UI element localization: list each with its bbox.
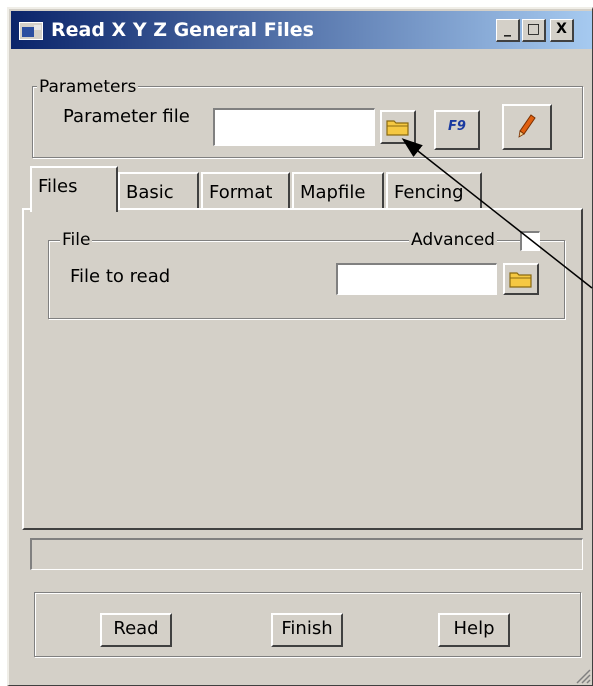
parameter-file-browse-button[interactable] xyxy=(380,110,416,144)
tab-format[interactable]: Format xyxy=(201,172,290,209)
folder-icon xyxy=(509,272,532,288)
resize-grip[interactable] xyxy=(573,666,591,684)
tab-fencing-label: Fencing xyxy=(394,182,464,203)
advanced-checkbox[interactable] xyxy=(520,231,540,251)
tab-mapfile[interactable]: Mapfile xyxy=(292,172,384,209)
title-bar[interactable]: Read X Y Z General Files _ □ X xyxy=(11,11,592,49)
file-to-read-browse-button[interactable] xyxy=(503,263,539,295)
file-group-label: File xyxy=(60,230,93,250)
app-icon xyxy=(19,22,43,40)
read-button[interactable]: Read xyxy=(100,613,172,647)
tab-fencing[interactable]: Fencing xyxy=(386,172,482,209)
tab-mapfile-label: Mapfile xyxy=(300,182,366,203)
minimize-button[interactable]: _ xyxy=(496,19,520,42)
tab-files[interactable]: Files xyxy=(30,166,118,212)
window-title: Read X Y Z General Files xyxy=(51,19,314,41)
parameter-file-input[interactable] xyxy=(213,108,375,146)
f9-icon: F9 xyxy=(448,119,466,134)
edit-parameters-button[interactable] xyxy=(502,104,552,150)
close-button[interactable]: X xyxy=(550,19,574,42)
f9-button[interactable]: F9 xyxy=(434,110,480,150)
tab-files-label: Files xyxy=(38,176,78,197)
help-button[interactable]: Help xyxy=(438,613,510,647)
status-bar xyxy=(30,538,583,570)
tab-basic[interactable]: Basic xyxy=(118,172,199,209)
pencil-icon xyxy=(518,114,536,138)
parameters-group-label: Parameters xyxy=(37,77,139,97)
tab-format-label: Format xyxy=(209,182,273,203)
finish-button[interactable]: Finish xyxy=(271,613,343,647)
file-to-read-input[interactable] xyxy=(336,263,497,295)
advanced-label: Advanced xyxy=(409,230,497,250)
file-to-read-label: File to read xyxy=(70,266,171,287)
folder-icon xyxy=(386,120,409,136)
maximize-button[interactable]: □ xyxy=(522,19,546,42)
tab-basic-label: Basic xyxy=(126,182,174,203)
parameter-file-label: Parameter file xyxy=(63,106,190,127)
